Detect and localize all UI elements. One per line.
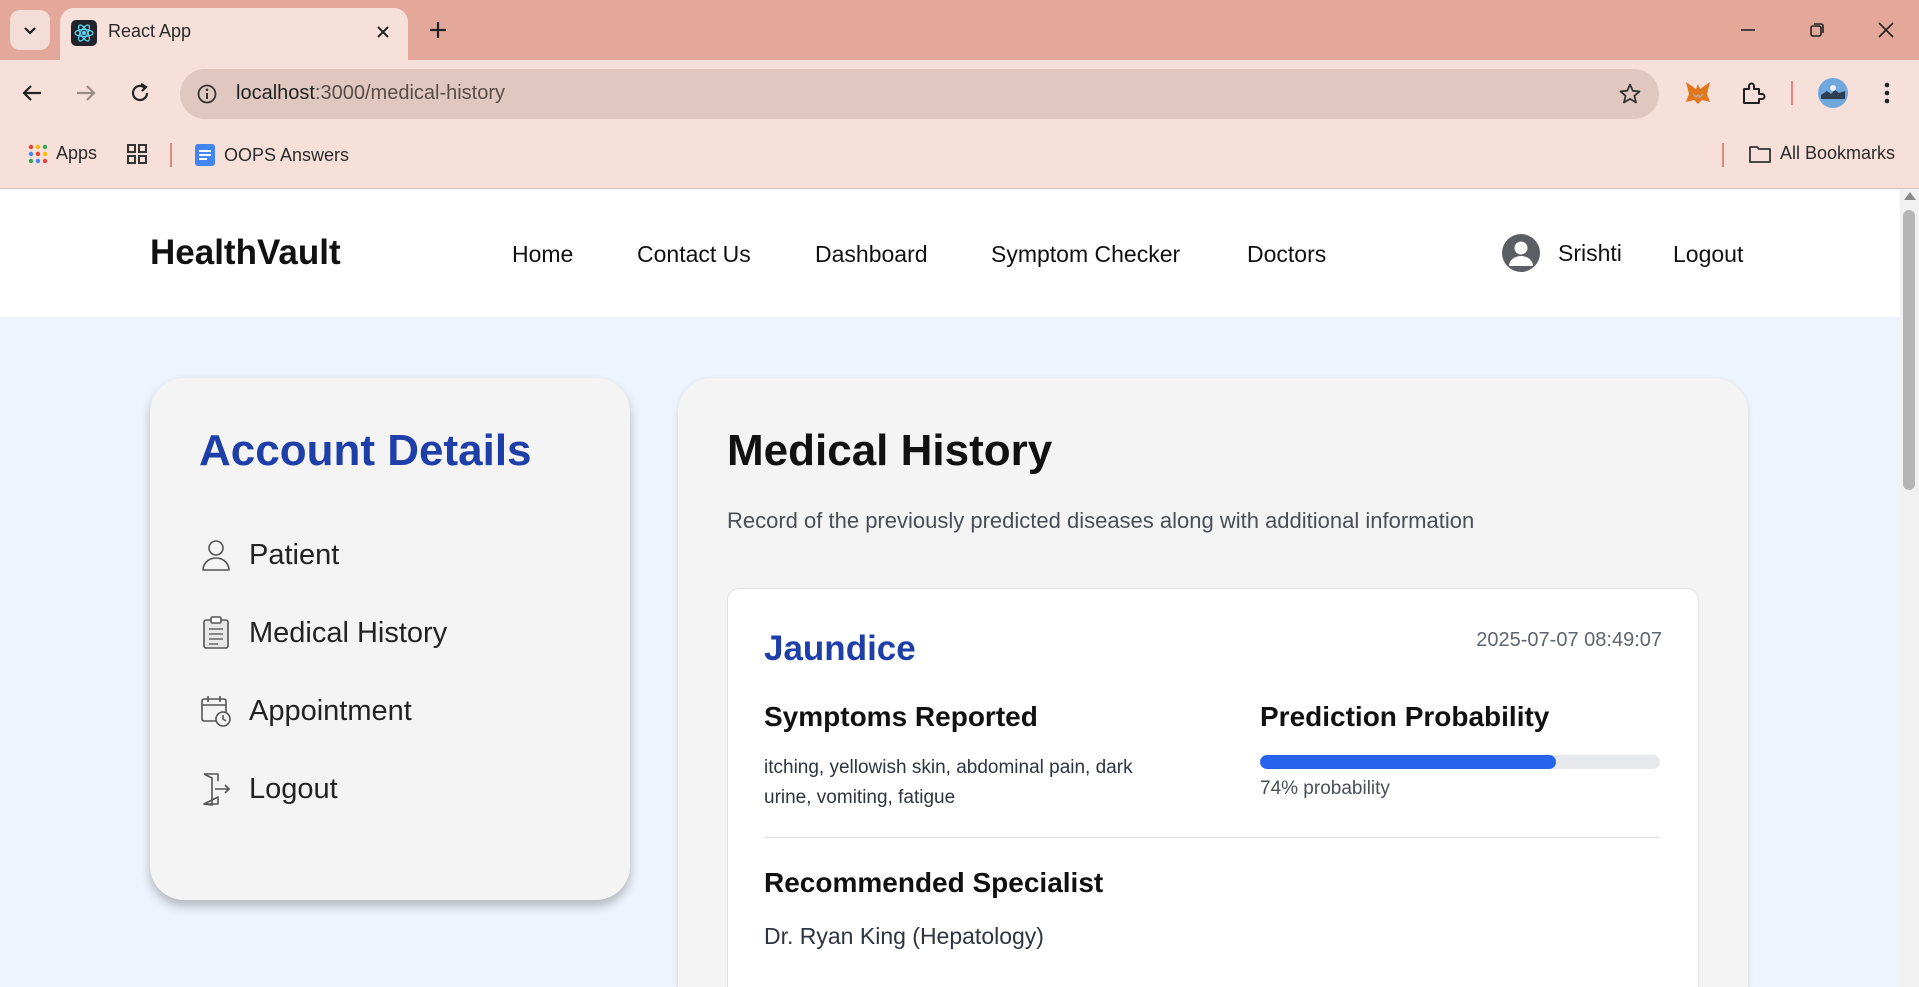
nav-link-doctors[interactable]: Doctors [1247, 241, 1326, 268]
nav-link-contact-us[interactable]: Contact Us [637, 241, 751, 268]
all-bookmarks-label: All Bookmarks [1780, 143, 1896, 163]
browser-tab[interactable]: React App [60, 8, 408, 60]
username: Srishti [1558, 239, 1622, 266]
probability-text: 74% probability [1260, 778, 1390, 799]
medical-history-card: Medical History Record of the previously… [678, 378, 1748, 987]
folder-icon [1749, 145, 1771, 163]
reload-icon [131, 83, 149, 102]
tab-title: React App [108, 21, 192, 41]
minimize-button[interactable] [1728, 12, 1768, 48]
reload-button[interactable] [120, 73, 160, 113]
sidebar-item-appointment[interactable]: Appointment [199, 694, 412, 728]
extensions-puzzle-icon[interactable] [1733, 73, 1773, 113]
all-bookmarks-button[interactable]: All Bookmarks [1748, 143, 1895, 164]
bookmarks-divider [1722, 143, 1724, 167]
chevron-down-icon [24, 27, 36, 35]
brand-logo[interactable]: HealthVault [150, 233, 341, 273]
page-scrollbar[interactable] [1900, 190, 1919, 987]
google-docs-icon [195, 144, 215, 166]
probability-heading: Prediction Probability [1260, 701, 1550, 732]
user-profile[interactable]: Srishti [1502, 234, 1622, 272]
user-avatar-icon [1502, 234, 1540, 272]
arrow-right-icon [77, 85, 96, 101]
react-logo-icon [71, 20, 97, 46]
scroll-up-arrow-icon[interactable] [1904, 192, 1916, 200]
sidebar-item-patient[interactable]: Patient [199, 538, 339, 572]
sidebar-item-label: Logout [249, 772, 338, 805]
arrow-left-icon [22, 85, 41, 101]
disease-name: Jaundice [764, 629, 916, 668]
record-divider [764, 837, 1660, 838]
apps-grid-icon [28, 144, 48, 163]
plus-icon [430, 22, 446, 38]
calendar-clock-icon [199, 694, 233, 728]
url-text[interactable]: localhost:3000/medical-history [236, 82, 505, 105]
history-record-card: Jaundice 2025-07-07 08:49:07 Symptoms Re… [727, 588, 1699, 987]
nav-link-dashboard[interactable]: Dashboard [815, 241, 928, 268]
probability-bar [1260, 755, 1660, 769]
account-details-title: Account Details [199, 426, 532, 475]
specialist-heading: Recommended Specialist [764, 867, 1104, 898]
browser-menu-icon[interactable] [1867, 73, 1907, 113]
logout-door-icon [199, 772, 233, 806]
browser-toolbar: localhost:3000/medical-history Apps OOPS… [0, 60, 1919, 189]
restore-button[interactable] [1797, 12, 1837, 48]
address-bar[interactable]: localhost:3000/medical-history [180, 69, 1659, 119]
close-window-button[interactable] [1866, 12, 1906, 48]
bookmark-star-icon[interactable] [1615, 79, 1645, 109]
tab-groups-icon[interactable] [126, 143, 148, 165]
tab-search-button[interactable] [10, 10, 50, 50]
symptoms-heading: Symptoms Reported [764, 701, 1038, 732]
metamask-extension-icon[interactable] [1678, 73, 1718, 113]
bookmarks-divider [170, 143, 172, 167]
sidebar-item-label: Appointment [249, 694, 412, 727]
close-tab-icon[interactable] [372, 21, 394, 43]
page-subtitle: Record of the previously predicted disea… [727, 508, 1475, 533]
profile-avatar[interactable] [1813, 73, 1853, 113]
nav-logout-link[interactable]: Logout [1673, 241, 1743, 268]
sidebar-item-label: Medical History [249, 616, 448, 649]
forward-button[interactable] [66, 73, 106, 113]
recommended-specialist: Dr. Ryan King (Hepatology) [764, 923, 1044, 949]
account-details-card: Account Details Patient Medical History … [150, 378, 630, 900]
symptoms-list: itching, yellowish skin, abdominal pain,… [764, 757, 1133, 808]
bookmark-apps[interactable]: Apps [28, 143, 97, 164]
sidebar-item-logout[interactable]: Logout [199, 772, 338, 806]
nav-link-symptom-checker[interactable]: Symptom Checker [991, 241, 1180, 268]
sidebar-item-medical-history[interactable]: Medical History [199, 616, 447, 650]
user-icon [199, 538, 233, 572]
sidebar-item-label: Patient [249, 538, 340, 571]
bookmark-label: OOPS Answers [224, 144, 350, 165]
record-timestamp: 2025-07-07 08:49:07 [1476, 629, 1662, 651]
bookmark-label: Apps [56, 143, 98, 163]
site-navbar: HealthVault Home Contact Us Dashboard Sy… [0, 190, 1900, 317]
bookmarks-bar: Apps OOPS Answers All Bookmarks [0, 133, 1919, 177]
site-info-icon[interactable] [192, 79, 222, 109]
bookmark-oops-answers[interactable]: OOPS Answers [194, 143, 349, 167]
toolbar-divider [1791, 81, 1793, 105]
back-button[interactable] [12, 73, 52, 113]
clipboard-icon [199, 616, 233, 650]
page-title: Medical History [727, 426, 1053, 475]
new-tab-button[interactable] [422, 14, 454, 46]
browser-tab-strip: React App [0, 0, 1919, 60]
nav-link-home[interactable]: Home [512, 241, 573, 268]
scrollbar-thumb[interactable] [1903, 210, 1915, 490]
probability-bar-fill [1260, 755, 1556, 769]
